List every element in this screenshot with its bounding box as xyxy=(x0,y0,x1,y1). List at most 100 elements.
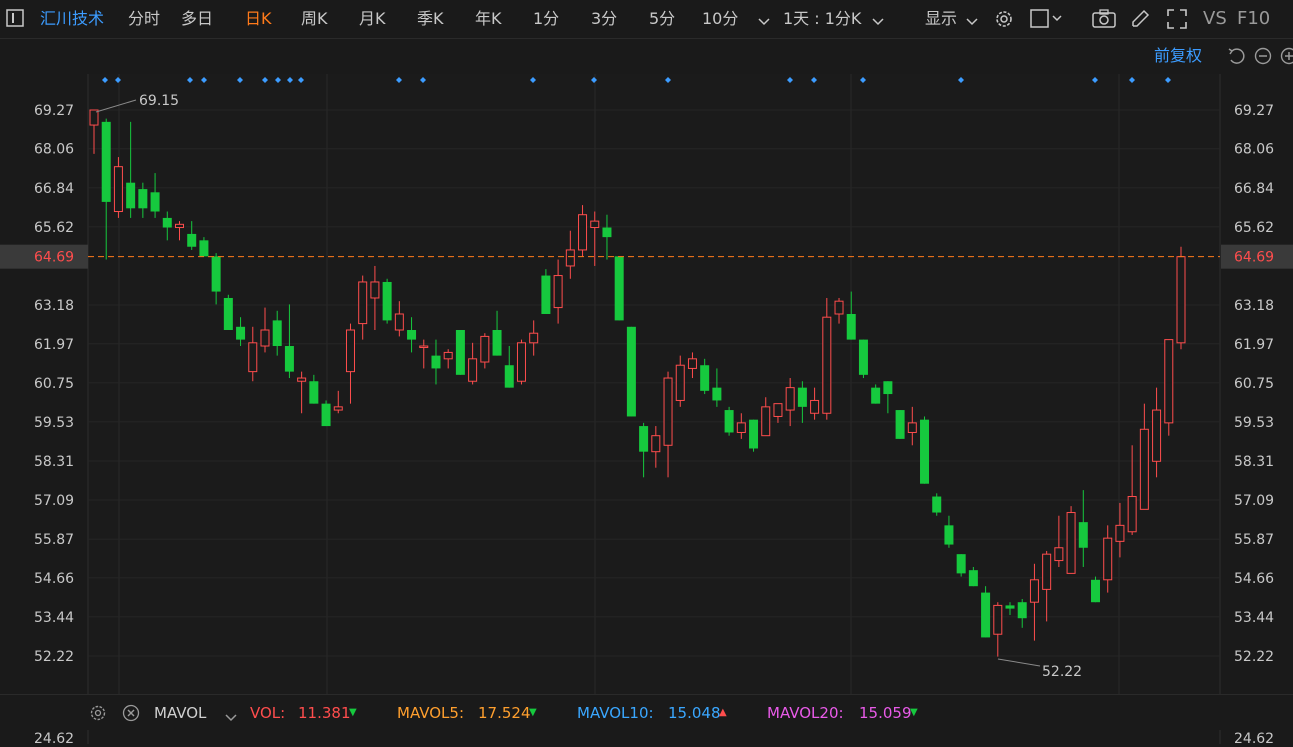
down-arrow-icon: ▼ xyxy=(349,695,357,731)
candle-body xyxy=(896,410,905,439)
panel-toggle-icon[interactable] xyxy=(6,9,24,31)
candle-body xyxy=(1030,580,1038,602)
f10-button[interactable]: F10 xyxy=(1237,0,1270,38)
y-tick-label-left: 65.62 xyxy=(34,220,74,236)
tab-10min[interactable]: 10分 xyxy=(702,0,738,38)
tab-yearly-k[interactable]: 年K xyxy=(475,0,502,38)
vs-compare-button[interactable]: VS xyxy=(1203,0,1227,38)
candle-body xyxy=(395,314,403,330)
candle xyxy=(725,407,734,436)
candle xyxy=(896,410,905,439)
candle-body xyxy=(811,400,819,413)
camera-icon[interactable] xyxy=(1092,9,1116,33)
candle-body xyxy=(224,298,233,330)
candle-body xyxy=(1104,538,1112,580)
y-tick-label-left: 53.44 xyxy=(34,610,74,626)
candle-body xyxy=(431,356,440,369)
candle-body xyxy=(859,340,868,375)
y-tick-label-left: 63.18 xyxy=(34,298,74,314)
candle-body xyxy=(456,330,465,375)
tab-quarterly-k[interactable]: 季K xyxy=(417,0,444,38)
candle-body xyxy=(602,228,611,238)
stock-name[interactable]: 汇川技术 xyxy=(40,0,104,38)
candle-body xyxy=(1018,602,1027,618)
display-menu[interactable]: 显示 xyxy=(925,0,957,38)
candle-body xyxy=(566,250,574,266)
zoom-out-icon[interactable] xyxy=(1254,47,1272,69)
y-tick-label-right: 52.22 xyxy=(1234,649,1274,665)
candlestick-chart[interactable]: 69.2768.0666.8465.6263.1861.9760.7559.53… xyxy=(0,74,1293,694)
y-tick-label-right: 66.84 xyxy=(1234,181,1274,197)
candle-body xyxy=(774,404,782,417)
candle-body xyxy=(505,365,514,387)
y-tick-label-left: 58.31 xyxy=(34,454,74,470)
chart-grid xyxy=(88,74,1220,694)
last-price-tag-left: 64.69 xyxy=(34,250,74,266)
tab-intraday[interactable]: 分时 xyxy=(128,0,160,38)
candle-body xyxy=(615,256,624,320)
candle-body xyxy=(138,189,147,208)
settings-gear-icon[interactable] xyxy=(993,8,1015,34)
candle-body xyxy=(908,423,916,433)
candle xyxy=(615,256,624,320)
indicator-settings-gear-icon[interactable] xyxy=(89,704,107,726)
fullscreen-icon[interactable] xyxy=(1166,8,1188,34)
layout-square-icon[interactable] xyxy=(1030,9,1064,33)
draw-pencil-icon[interactable] xyxy=(1129,8,1151,34)
candle-body xyxy=(517,343,525,381)
candle-body xyxy=(126,183,135,209)
candle-body xyxy=(346,330,354,372)
candle-body xyxy=(676,365,684,400)
y-tick-label-left: 55.87 xyxy=(34,532,74,548)
zoom-in-icon[interactable] xyxy=(1280,47,1293,69)
tab-3min[interactable]: 3分 xyxy=(591,0,617,38)
candle-body xyxy=(187,234,196,247)
candle-body xyxy=(652,436,660,452)
tab-multi-day[interactable]: 多日 xyxy=(181,0,213,38)
candle xyxy=(114,157,122,218)
candle-body xyxy=(725,410,734,432)
candle-body xyxy=(1043,554,1051,589)
indicator-close-icon[interactable] xyxy=(122,704,140,726)
indicator-chevron-icon[interactable] xyxy=(225,709,237,727)
reset-icon[interactable] xyxy=(1227,47,1245,69)
candle xyxy=(1177,247,1185,349)
candle xyxy=(920,416,929,483)
candle-body xyxy=(1128,497,1136,532)
y-tick-label-right: 55.87 xyxy=(1234,532,1274,548)
candle-body xyxy=(835,301,843,314)
candle-body xyxy=(199,240,208,256)
tab-monthly-k[interactable]: 月K xyxy=(359,0,386,38)
candle-body xyxy=(737,423,745,433)
candle-body xyxy=(920,420,929,484)
indicator-value: 11.381 xyxy=(298,695,351,731)
candle-body xyxy=(627,327,636,417)
candle-body xyxy=(994,605,1002,634)
tab-1min[interactable]: 1分 xyxy=(533,0,559,38)
candle-body xyxy=(371,282,379,298)
interval-select[interactable]: 1天 : 1分K xyxy=(783,0,861,38)
indicator-label: MAVOL20: xyxy=(767,695,844,731)
candle xyxy=(383,279,392,324)
candle-body xyxy=(1091,580,1100,602)
candle-body xyxy=(444,352,452,358)
y-tick-label-left: 60.75 xyxy=(34,376,74,392)
candle-body xyxy=(1006,605,1015,608)
period-more-chevron-icon[interactable] xyxy=(758,13,770,31)
candle-body xyxy=(1153,410,1161,461)
max-price-label: 69.15 xyxy=(139,93,179,109)
candle-body xyxy=(981,593,990,638)
tab-weekly-k[interactable]: 周K xyxy=(301,0,328,38)
adjust-price-button[interactable]: 前复权 xyxy=(1154,38,1202,74)
candle xyxy=(932,493,941,515)
interval-chevron-icon[interactable] xyxy=(872,13,884,31)
candle-body xyxy=(554,276,562,308)
indicator-name[interactable]: MAVOL xyxy=(154,695,206,731)
candle xyxy=(1165,340,1173,436)
y-tick-label-left: 68.06 xyxy=(34,142,74,158)
display-chevron-icon[interactable] xyxy=(966,13,978,31)
candle-body xyxy=(798,388,807,407)
candle-body xyxy=(530,333,538,343)
tab-5min[interactable]: 5分 xyxy=(649,0,675,38)
tab-daily-k[interactable]: 日K xyxy=(245,0,272,38)
